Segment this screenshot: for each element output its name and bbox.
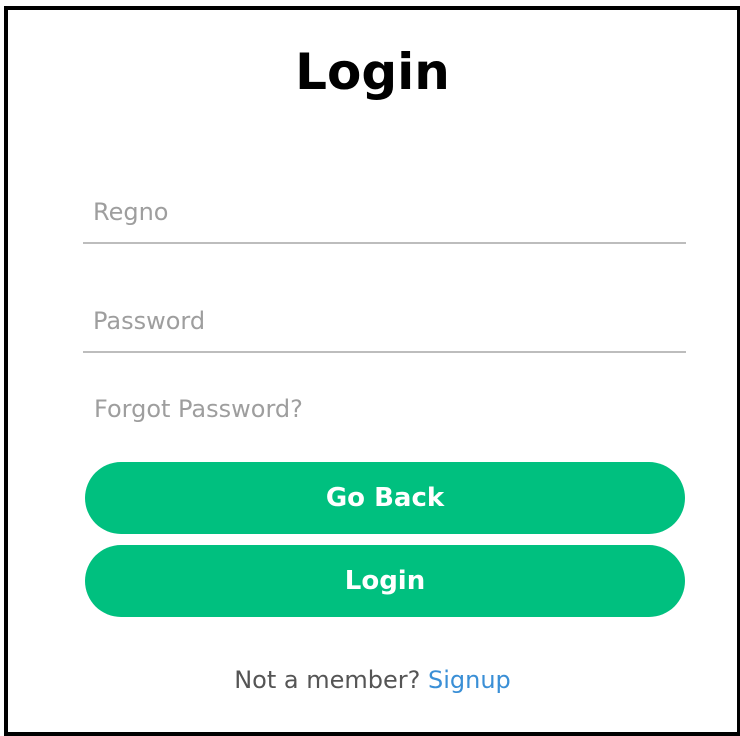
regno-input[interactable]: [83, 182, 686, 244]
login-button[interactable]: Login: [85, 545, 685, 617]
password-input[interactable]: [83, 291, 686, 353]
signup-prompt: Not a member? Signup: [8, 665, 737, 695]
signup-link[interactable]: Signup: [428, 666, 511, 694]
forgot-password-link[interactable]: Forgot Password?: [94, 394, 303, 424]
page-title: Login: [295, 43, 450, 101]
signup-prompt-text: Not a member?: [234, 666, 421, 694]
go-back-button[interactable]: Go Back: [85, 462, 685, 534]
login-card: Login Forgot Password? Go Back Login Not…: [4, 6, 740, 736]
